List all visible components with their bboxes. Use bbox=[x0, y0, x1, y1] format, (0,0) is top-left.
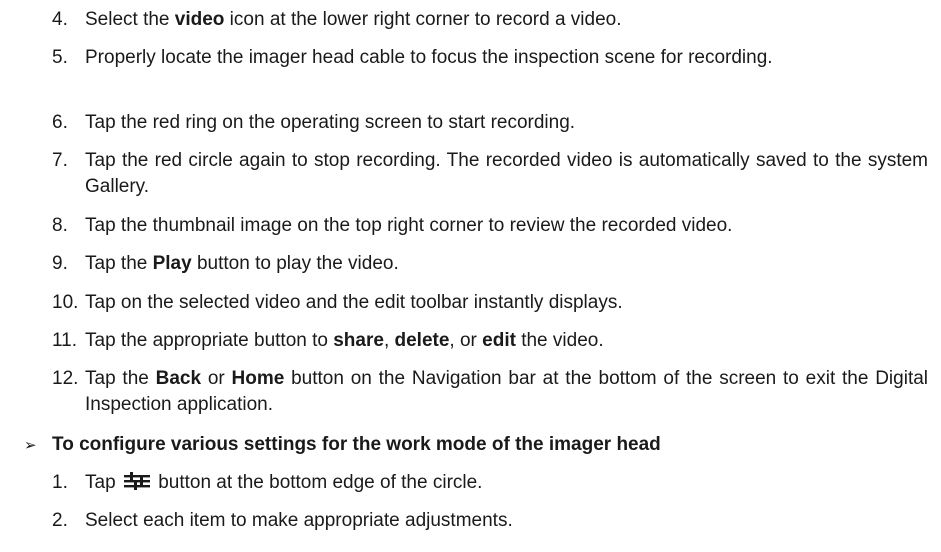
step-number: 4. bbox=[52, 9, 68, 30]
text-segment: , or bbox=[449, 330, 483, 351]
text-segment: Select the bbox=[85, 9, 175, 30]
step-text: Select the video icon at the lower right… bbox=[85, 7, 928, 33]
bold-term: Home bbox=[231, 368, 285, 389]
step-number: 9. bbox=[52, 253, 68, 274]
bold-term: share bbox=[333, 330, 384, 351]
text-segment: , bbox=[383, 330, 395, 351]
text-segment: Tap the bbox=[85, 253, 153, 274]
step-text: Tap the red ring on the operating screen… bbox=[85, 112, 576, 133]
step-text: Properly locate the imager head cable to… bbox=[85, 47, 773, 68]
step-number: 6. bbox=[52, 112, 68, 133]
step-text: Tap the Play button to play the video. bbox=[85, 251, 928, 277]
bold-term: Play bbox=[152, 253, 192, 274]
step-text: Tap on the selected video and the edit t… bbox=[85, 292, 623, 313]
step-number: 2. bbox=[52, 510, 68, 531]
bold-term: video bbox=[174, 9, 225, 30]
text-segment: Tap bbox=[85, 472, 121, 493]
step-number: 1. bbox=[52, 472, 68, 493]
step-text: Tap button at the bottom edge of the cir… bbox=[85, 470, 928, 496]
bold-term: Back bbox=[155, 368, 202, 389]
section-heading: To configure various settings for the wo… bbox=[52, 434, 661, 455]
step-text: Tap the appropriate button to share, del… bbox=[85, 328, 928, 354]
text-segment: the video. bbox=[515, 330, 604, 351]
step-text: Tap the Back or Home button on the Navig… bbox=[85, 366, 928, 418]
text-segment: Tap the appropriate button to bbox=[85, 330, 334, 351]
bold-term: delete bbox=[394, 330, 450, 351]
step-number: 7. bbox=[52, 150, 68, 171]
step-text: Tap the thumbnail image on the top right… bbox=[85, 215, 733, 236]
arrow-bullet-icon: ➢ bbox=[24, 436, 37, 454]
settings-sliders-icon bbox=[123, 472, 150, 490]
text-segment: or bbox=[201, 368, 232, 389]
step-number: 10. bbox=[52, 292, 79, 313]
text-segment: button to play the video. bbox=[191, 253, 399, 274]
text-segment: icon at the lower right corner to record… bbox=[224, 9, 622, 30]
step-number: 5. bbox=[52, 47, 68, 68]
text-segment: button at the bottom edge of the circle. bbox=[152, 472, 483, 493]
step-text: Tap the red circle again to stop recordi… bbox=[85, 150, 928, 197]
step-number: 11. bbox=[52, 330, 78, 351]
step-text: Select each item to make appropriate adj… bbox=[85, 510, 513, 531]
step-number: 8. bbox=[52, 215, 68, 236]
bold-term: edit bbox=[482, 330, 516, 351]
step-number: 12. bbox=[52, 368, 79, 389]
manual-page: 4. Select the video icon at the lower ri… bbox=[0, 0, 941, 552]
text-segment: Tap the bbox=[85, 368, 156, 389]
